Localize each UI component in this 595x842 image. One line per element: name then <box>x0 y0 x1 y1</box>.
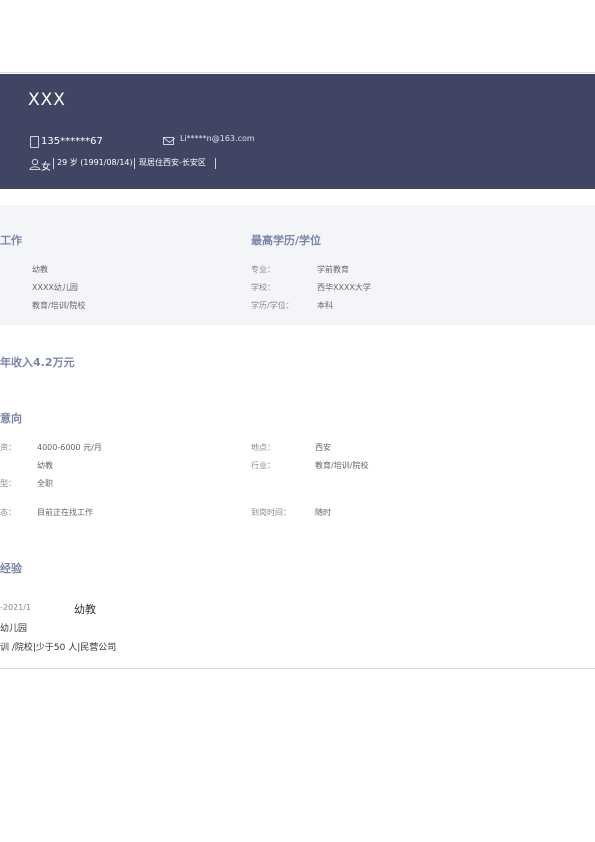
school-label: 学校： <box>251 283 275 292</box>
experience-company: 幼儿园 <box>0 624 28 634</box>
location-value: 西安 <box>315 443 331 452</box>
email-address: Li*****n@163.com <box>180 134 255 143</box>
experience-position: 幼教 <box>74 603 96 616</box>
phone-icon <box>30 136 39 148</box>
experience-date: -2021/1 <box>0 603 32 612</box>
intention-title: 意向 <box>0 412 22 425</box>
gender: 女 <box>41 162 51 173</box>
income-title: 年收入4.2万元 <box>0 356 75 369</box>
resume-header <box>0 74 595 189</box>
separator <box>134 158 135 169</box>
recent-position: 幼教 <box>32 265 48 274</box>
separator <box>53 158 54 169</box>
bottom-divider <box>0 668 595 669</box>
salary-value: 4000-6000 元/月 <box>37 443 102 452</box>
arrival-value: 随时 <box>315 508 331 517</box>
degree-label: 学历/学位： <box>251 301 294 310</box>
age-birthdate: 29 岁 (1991/08/14) <box>57 158 133 167</box>
location-label: 地点： <box>251 443 275 452</box>
experience-details: 训 /院校|少于50 人|民营公司 <box>0 643 117 653</box>
degree-value: 本科 <box>317 301 333 310</box>
candidate-name: XXX <box>28 90 66 110</box>
person-icon <box>29 155 41 170</box>
major-value: 学前教育 <box>317 265 349 274</box>
arrival-label: 到岗时间： <box>251 508 291 517</box>
status-value: 目前正在找工作 <box>37 508 93 517</box>
status-label: 态： <box>0 508 16 517</box>
major-label: 专业： <box>251 265 275 274</box>
type-value: 全职 <box>37 479 53 488</box>
industry-value: 教育/培训/院校 <box>315 461 369 470</box>
recent-work-title: 工作 <box>0 234 22 247</box>
residence: 现居住西安-长安区 <box>139 158 206 167</box>
recent-company: XXXX幼儿园 <box>32 283 78 292</box>
mail-icon <box>163 137 175 145</box>
summary-panel <box>0 205 595 325</box>
job-value: 幼教 <box>37 461 53 470</box>
separator <box>215 158 216 169</box>
school-value: 西华XXXX大学 <box>317 283 371 292</box>
salary-label: 资： <box>0 443 16 452</box>
type-label: 型： <box>0 479 16 488</box>
education-title: 最高学历/学位 <box>251 234 322 247</box>
experience-title: 经验 <box>0 562 22 575</box>
phone-number: 135******67 <box>41 136 103 147</box>
top-divider <box>0 72 595 73</box>
industry-label: 行业： <box>251 461 275 470</box>
recent-industry: 教育/培训/院校 <box>32 301 86 310</box>
